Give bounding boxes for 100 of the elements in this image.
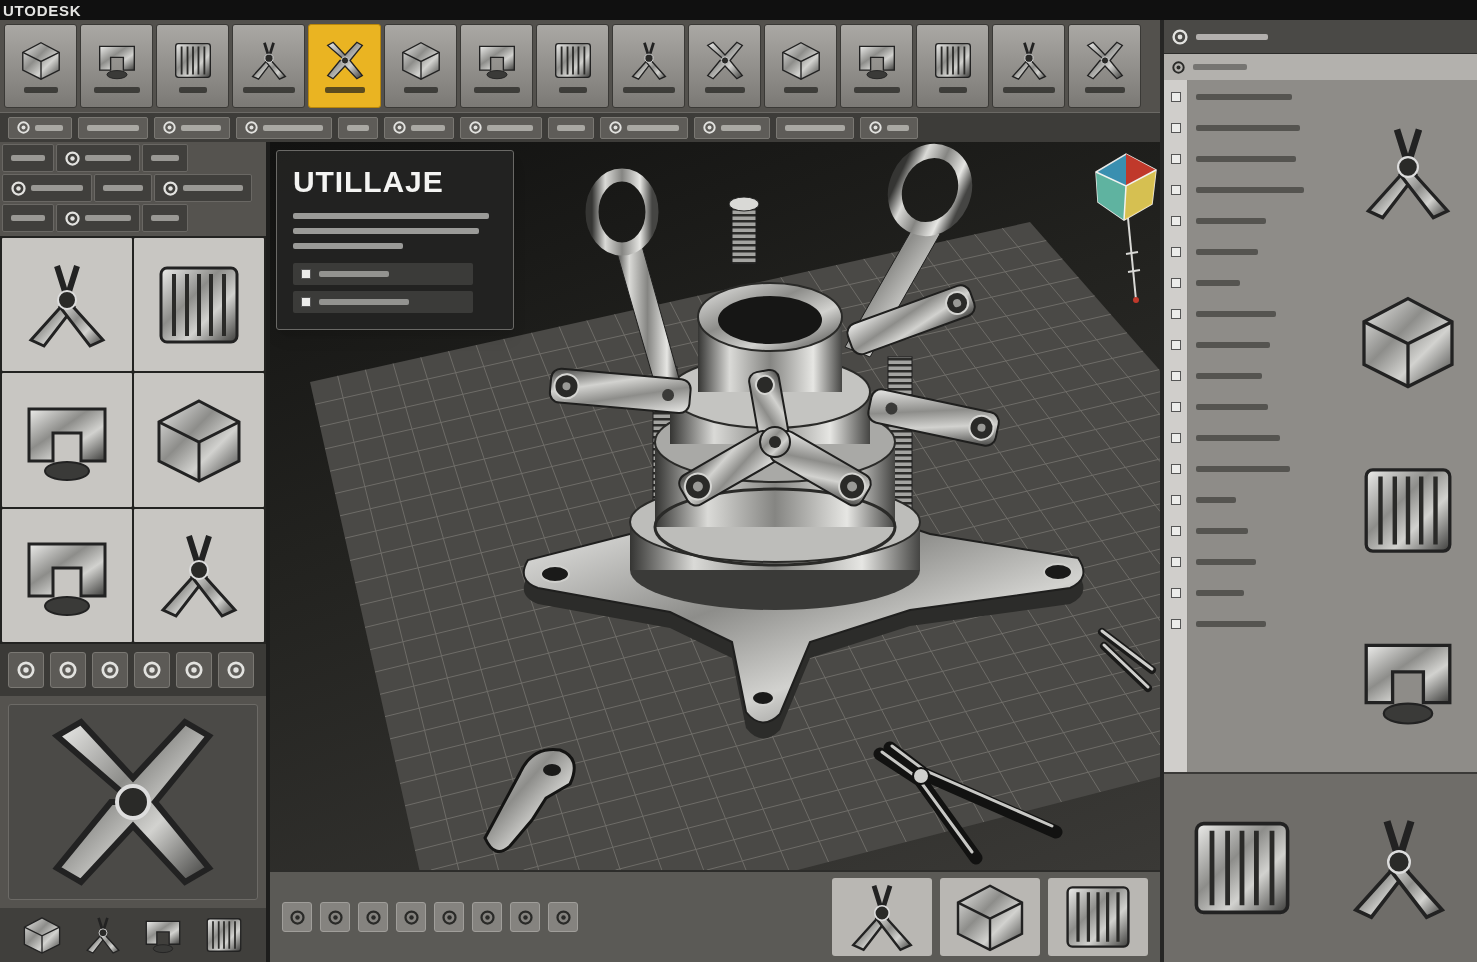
tool-button[interactable]	[1068, 24, 1141, 108]
square-icon	[1170, 433, 1181, 443]
square-icon	[1170, 216, 1181, 226]
toolbar-button[interactable]	[154, 116, 230, 139]
tool-button[interactable]	[612, 24, 685, 108]
square-icon	[1170, 278, 1181, 288]
part-thumbnail[interactable]	[940, 878, 1040, 956]
panel-tab[interactable]	[2, 174, 92, 202]
square-icon	[1170, 92, 1181, 102]
ring-icon	[59, 661, 77, 679]
toolbar-button[interactable]	[860, 116, 918, 139]
panel-tab[interactable]	[142, 204, 188, 232]
tool-button[interactable]	[80, 24, 153, 108]
toolbar-button[interactable]	[776, 116, 854, 139]
icon-button[interactable]	[8, 652, 44, 688]
panel-tab[interactable]	[94, 174, 152, 202]
ring-icon	[17, 121, 30, 134]
square-icon	[301, 297, 311, 307]
part-thumbnail[interactable]	[2, 508, 132, 642]
icon-button[interactable]	[358, 902, 388, 932]
toolbar-button[interactable]	[460, 116, 542, 139]
view-cube-icon	[1095, 153, 1157, 303]
panel-tab[interactable]	[2, 144, 54, 172]
ring-icon	[143, 661, 161, 679]
part-thumbnail[interactable]	[2, 373, 132, 507]
option-row[interactable]	[293, 291, 473, 313]
icon-button[interactable]	[176, 652, 212, 688]
ring-icon	[479, 909, 495, 925]
square-icon	[1170, 464, 1181, 474]
part-thumbnail[interactable]	[134, 238, 264, 372]
toolbar-button[interactable]	[78, 116, 148, 139]
square-icon	[1170, 123, 1181, 133]
icon-button[interactable]	[218, 652, 254, 688]
ring-icon	[1172, 60, 1185, 74]
ring-icon	[163, 121, 176, 134]
ring-icon	[393, 121, 406, 134]
icon-button[interactable]	[50, 652, 86, 688]
part-thumbnail[interactable]	[832, 878, 932, 956]
icon-button[interactable]	[320, 902, 350, 932]
square-icon	[1170, 619, 1181, 629]
ring-icon	[65, 150, 80, 166]
toolbar-button[interactable]	[600, 116, 688, 139]
panel-tab[interactable]	[154, 174, 252, 202]
toolbar-button[interactable]	[236, 116, 332, 139]
ring-icon	[1172, 28, 1188, 45]
tweezers-drawing	[1098, 628, 1156, 692]
panel-tab[interactable]	[142, 144, 188, 172]
part-thumbnail[interactable]	[1048, 878, 1148, 956]
tool-button[interactable]	[232, 24, 305, 108]
square-icon	[1170, 402, 1181, 412]
tool-button[interactable]	[4, 24, 77, 108]
blurred-text	[319, 271, 389, 277]
ring-icon	[869, 121, 882, 134]
ring-icon	[163, 180, 178, 196]
ring-icon	[289, 909, 305, 925]
ring-icon	[703, 121, 716, 134]
panel-tab[interactable]	[56, 204, 140, 232]
part-thumbnail[interactable]	[134, 373, 264, 507]
toolbar-button[interactable]	[8, 116, 72, 139]
icon-button[interactable]	[434, 902, 464, 932]
option-row[interactable]	[293, 263, 473, 285]
tool-button[interactable]	[916, 24, 989, 108]
square-icon	[301, 269, 311, 279]
ring-icon	[517, 909, 533, 925]
tool-button[interactable]	[764, 24, 837, 108]
toolbar-button[interactable]	[338, 116, 378, 139]
ring-icon	[365, 909, 381, 925]
tool-button[interactable]	[536, 24, 609, 108]
part-thumbnail[interactable]	[134, 508, 264, 642]
panel-tab[interactable]	[2, 204, 54, 232]
ring-icon	[441, 909, 457, 925]
tool-button[interactable]	[840, 24, 913, 108]
icon-button[interactable]	[548, 902, 578, 932]
icon-button[interactable]	[510, 902, 540, 932]
toolbar-button[interactable]	[384, 116, 454, 139]
tool-button[interactable]	[992, 24, 1065, 108]
tool-button[interactable]	[688, 24, 761, 108]
icon-button[interactable]	[472, 902, 502, 932]
ring-icon	[403, 909, 419, 925]
tool-button[interactable]	[308, 24, 381, 108]
ring-icon	[101, 661, 119, 679]
icon-button[interactable]	[396, 902, 426, 932]
square-icon	[1170, 185, 1181, 195]
card-title: UTILLAJE	[293, 167, 445, 197]
blurred-text	[1193, 64, 1247, 70]
blurred-text	[1196, 33, 1268, 40]
ring-icon	[65, 210, 80, 226]
toolbar-button[interactable]	[548, 116, 594, 139]
tool-button[interactable]	[460, 24, 533, 108]
icon-button[interactable]	[282, 902, 312, 932]
icon-button[interactable]	[134, 652, 170, 688]
tool-button[interactable]	[384, 24, 457, 108]
ring-icon	[327, 909, 343, 925]
toolbar-button[interactable]	[694, 116, 770, 139]
square-icon	[1170, 526, 1181, 536]
part-thumbnail[interactable]	[2, 238, 132, 372]
icon-button[interactable]	[92, 652, 128, 688]
square-icon	[1170, 309, 1181, 319]
tool-button[interactable]	[156, 24, 229, 108]
panel-tab[interactable]	[56, 144, 140, 172]
